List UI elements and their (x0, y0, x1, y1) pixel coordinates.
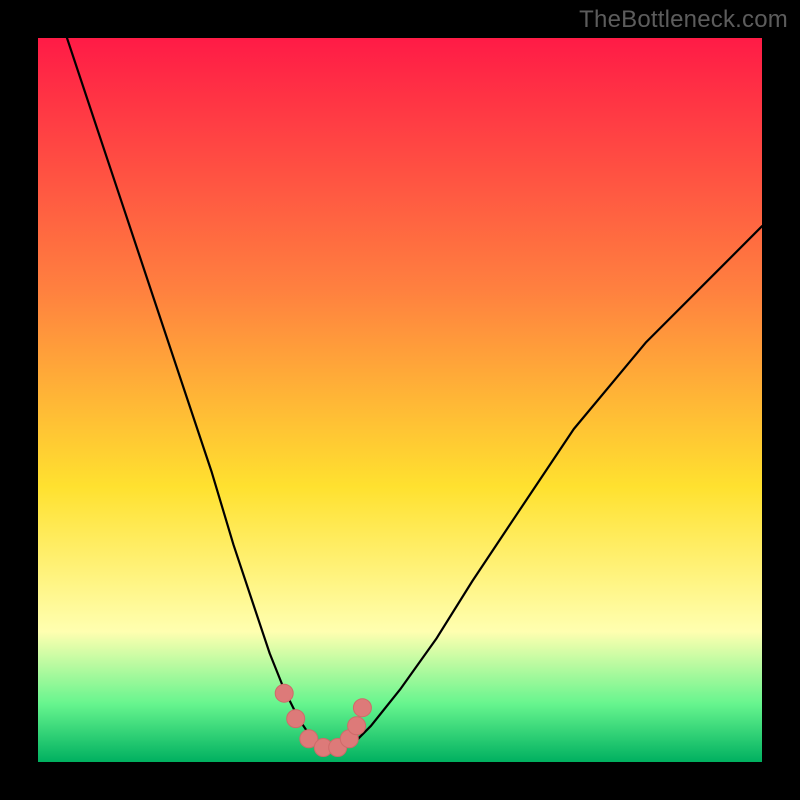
optimal-range-markers (275, 684, 371, 756)
bottleneck-curve-svg (38, 38, 762, 762)
optimal-marker (353, 699, 371, 717)
bottleneck-curve (67, 38, 762, 748)
optimal-marker (348, 717, 366, 735)
chart-frame: TheBottleneck.com (0, 0, 800, 800)
optimal-marker (275, 684, 293, 702)
optimal-marker (287, 710, 305, 728)
plot-area (38, 38, 762, 762)
watermark-text: TheBottleneck.com (579, 6, 788, 34)
